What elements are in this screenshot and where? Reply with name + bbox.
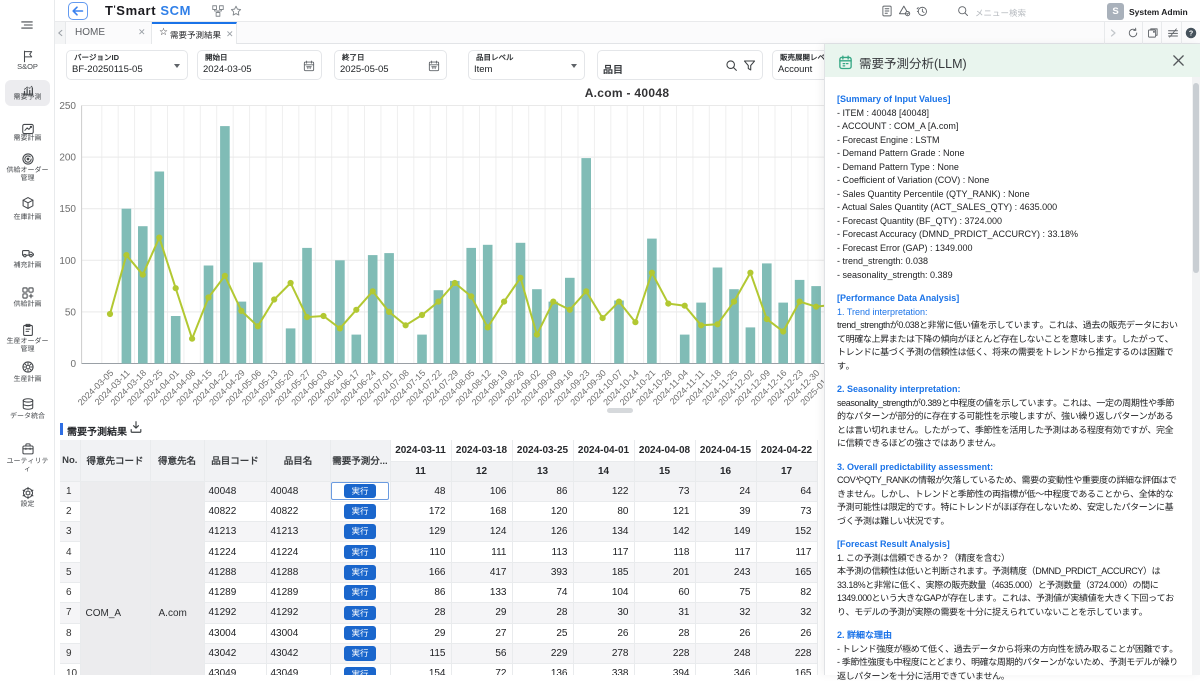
svg-text:250: 250 bbox=[59, 101, 76, 112]
svg-text:?: ? bbox=[1189, 30, 1193, 38]
svg-text:100: 100 bbox=[59, 256, 76, 267]
svg-text:200: 200 bbox=[59, 153, 76, 164]
svg-text:A.com - 40048: A.com - 40048 bbox=[585, 86, 670, 100]
svg-text:50: 50 bbox=[65, 307, 77, 318]
svg-text:0: 0 bbox=[70, 359, 76, 370]
svg-text:150: 150 bbox=[59, 204, 76, 215]
